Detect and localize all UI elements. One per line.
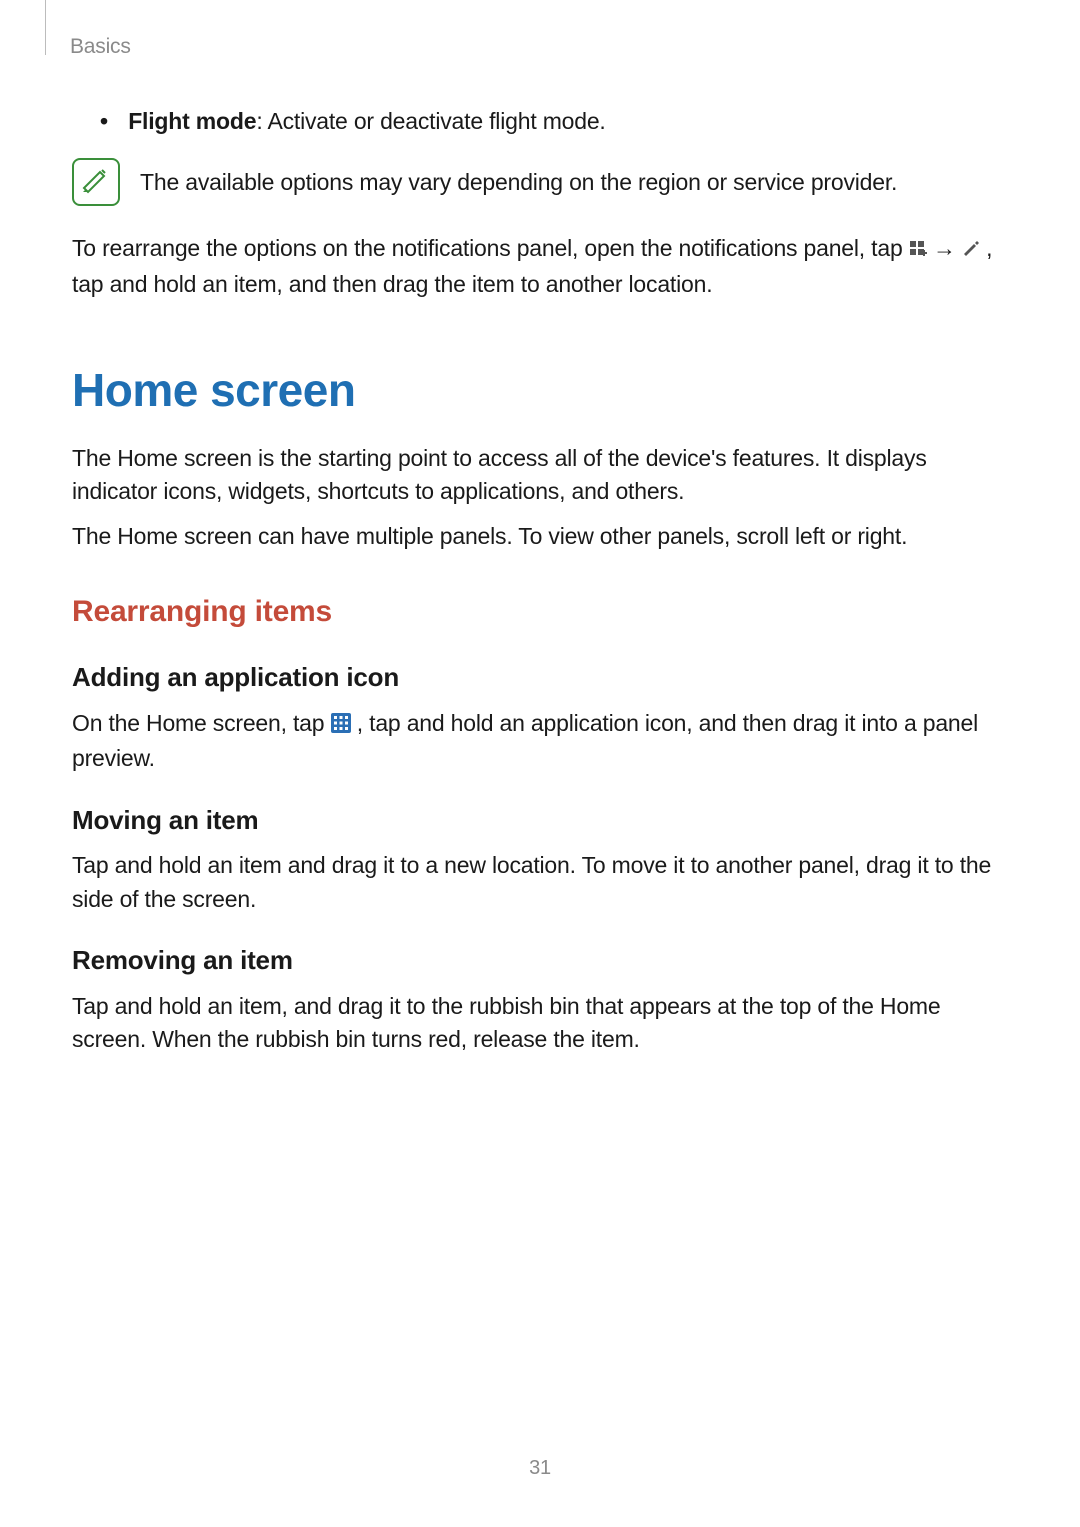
rearrange-paragraph: To rearrange the options on the notifica… xyxy=(72,232,1008,301)
page-content: Flight mode: Activate or deactivate flig… xyxy=(72,105,1008,1068)
heading-rearranging-items: Rearranging items xyxy=(72,590,1008,634)
removing-para: Tap and hold an item, and drag it to the… xyxy=(72,990,1008,1057)
moving-para: Tap and hold an item and drag it to a ne… xyxy=(72,849,1008,916)
quick-settings-icon xyxy=(909,234,927,267)
arrow-text: → xyxy=(933,235,962,261)
list-item-flight-mode: Flight mode: Activate or deactivate flig… xyxy=(100,105,1008,138)
rearrange-text-1: To rearrange the options on the notifica… xyxy=(72,235,909,261)
heading-removing-item: Removing an item xyxy=(72,942,1008,980)
home-para-1: The Home screen is the starting point to… xyxy=(72,442,1008,509)
apps-grid-icon xyxy=(331,709,351,742)
note-icon xyxy=(72,158,120,206)
adding-text-1: On the Home screen, tap xyxy=(72,710,331,736)
adding-para: On the Home screen, tap , tap and hold a… xyxy=(72,707,1008,776)
note-text: The available options may vary depending… xyxy=(140,158,897,199)
home-para-2: The Home screen can have multiple panels… xyxy=(72,520,1008,553)
edit-pen-icon xyxy=(962,234,980,267)
heading-adding-icon: Adding an application icon xyxy=(72,659,1008,697)
heading-moving-item: Moving an item xyxy=(72,802,1008,840)
bullet-list: Flight mode: Activate or deactivate flig… xyxy=(100,105,1008,138)
flight-mode-label: Flight mode xyxy=(128,108,256,134)
note-callout: The available options may vary depending… xyxy=(72,158,1008,206)
header-rule xyxy=(45,0,46,55)
breadcrumb: Basics xyxy=(70,32,131,62)
flight-mode-text: : Activate or deactivate flight mode. xyxy=(256,108,605,134)
page-number: 31 xyxy=(0,1454,1080,1483)
heading-home-screen: Home screen xyxy=(72,357,1008,424)
